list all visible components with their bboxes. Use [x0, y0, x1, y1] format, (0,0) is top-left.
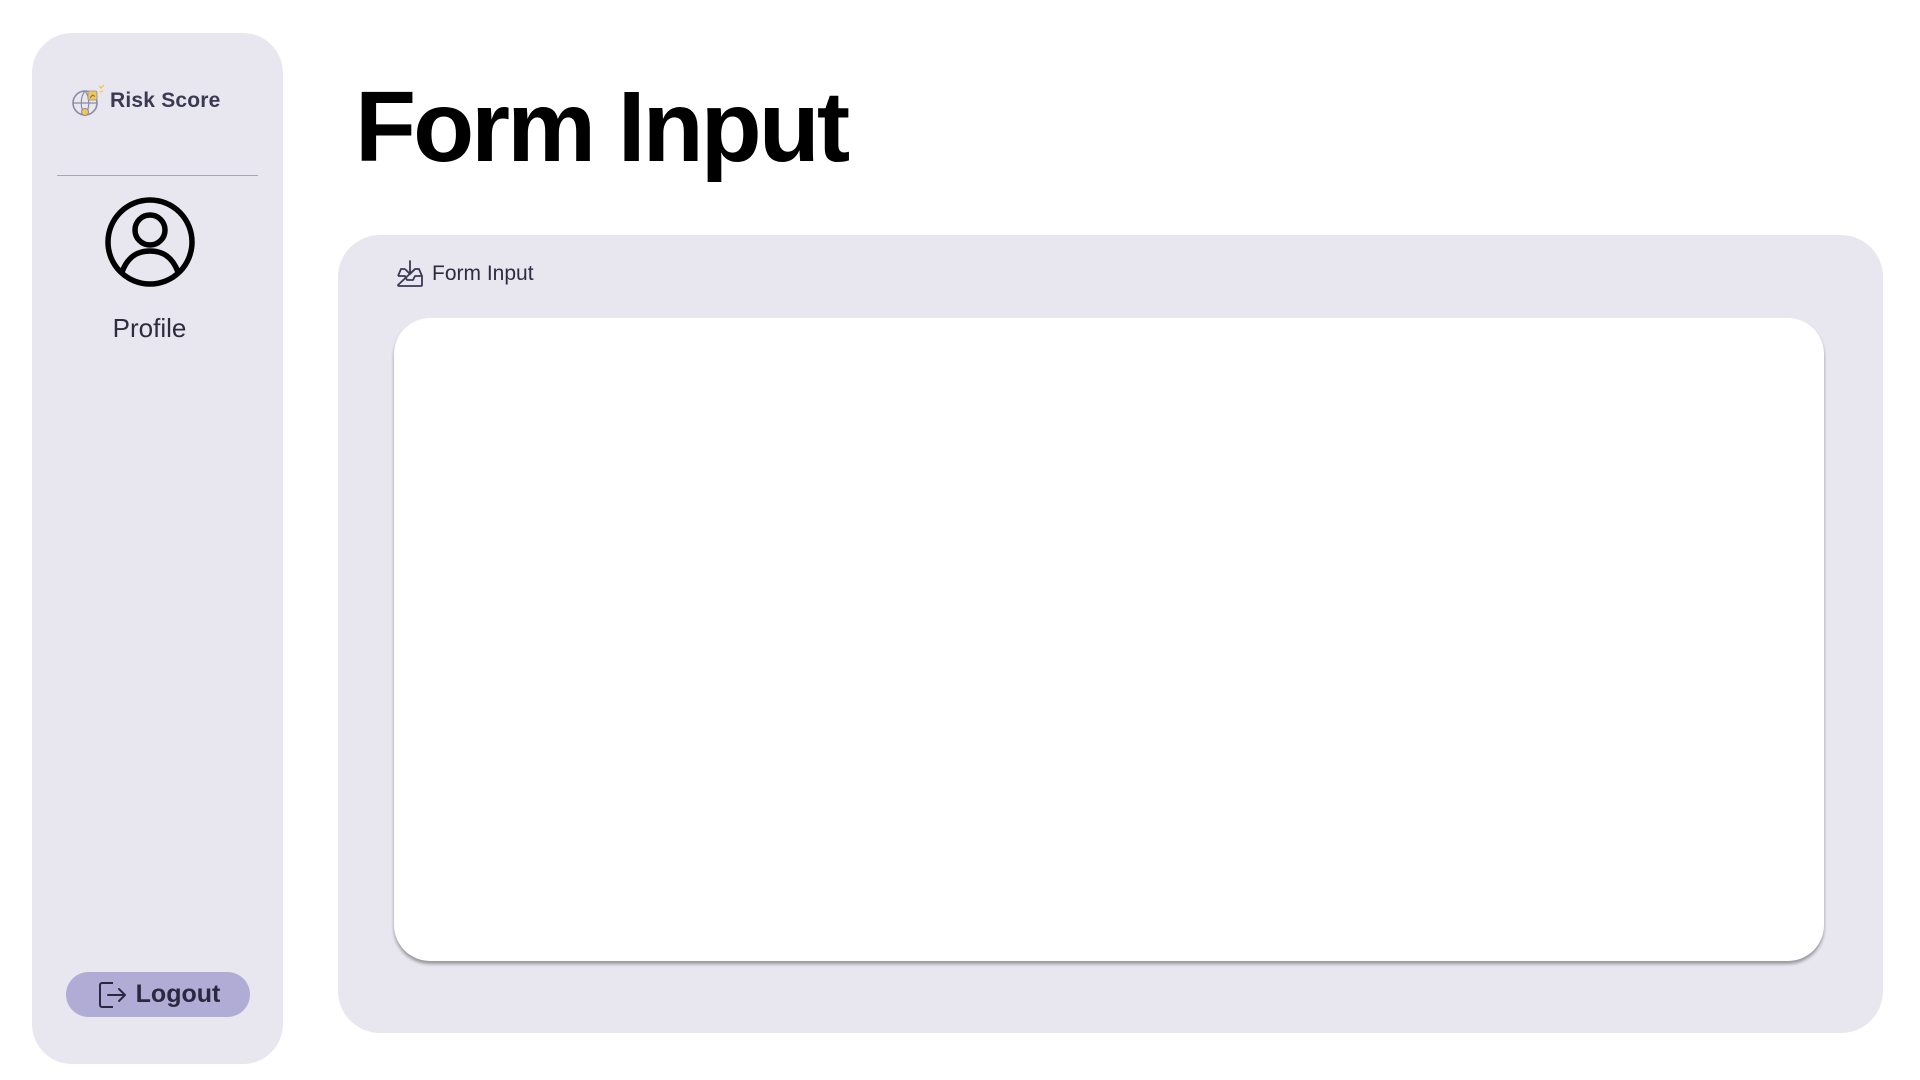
panel-header: Form Input [394, 258, 534, 290]
page: Risk Score Profile Logout Form Input For… [0, 0, 1920, 1080]
sidebar: Risk Score Profile Logout [32, 33, 283, 1064]
form-panel: Form Input [338, 235, 1883, 1033]
logout-button[interactable]: Logout [66, 972, 250, 1017]
panel-title: Form Input [432, 262, 534, 285]
page-title: Form Input [355, 71, 850, 183]
profile-link[interactable]: Profile [32, 196, 267, 344]
brand-label: Risk Score [110, 89, 221, 112]
form-card[interactable] [394, 318, 1824, 961]
logout-icon [98, 981, 126, 1008]
sidebar-divider [57, 175, 258, 176]
profile-label: Profile [112, 313, 187, 343]
risk-score-logo-icon [72, 84, 105, 116]
user-circle-icon [104, 197, 195, 287]
brand-link[interactable]: Risk Score [70, 83, 221, 119]
inbox-download-icon [397, 260, 423, 287]
logout-label: Logout [135, 980, 221, 1008]
